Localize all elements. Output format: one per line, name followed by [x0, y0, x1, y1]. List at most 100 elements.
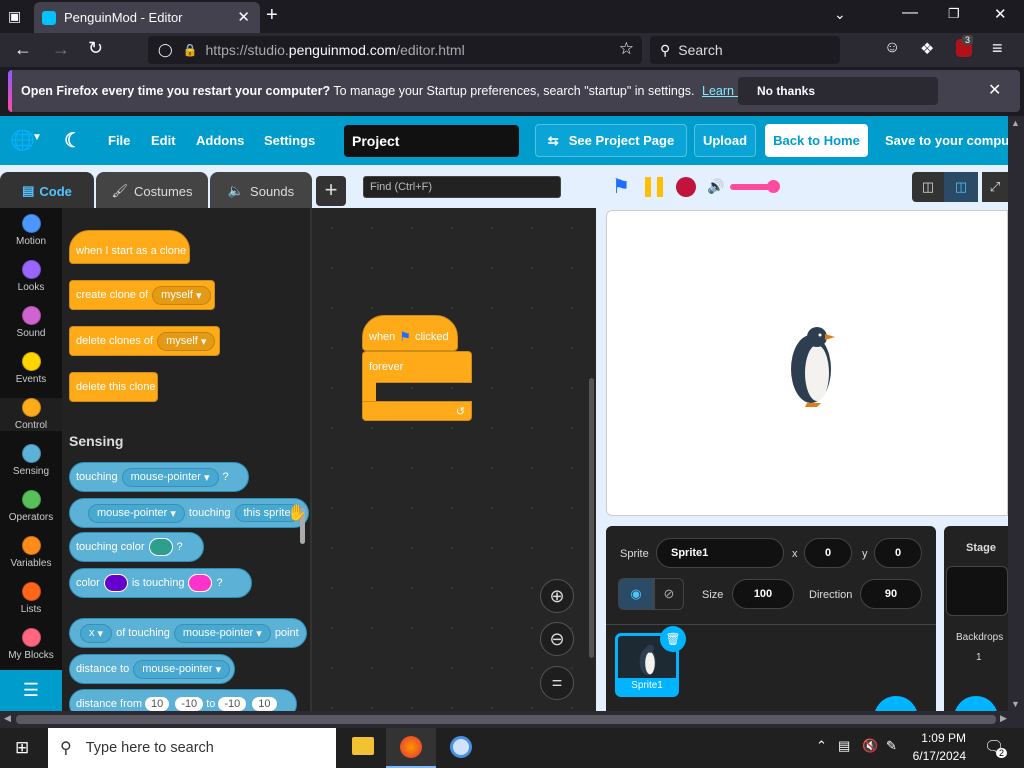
- block-touching[interactable]: touching mouse-pointer ▾?: [69, 462, 249, 492]
- add-extension-button[interactable]: ☰: [0, 670, 62, 711]
- dropdown-mouse-pointer[interactable]: mouse-pointer ▾: [133, 659, 231, 679]
- script-area[interactable]: when ⚑ clicked forever ↺ ⊕ ⊖ =: [312, 208, 596, 711]
- tab-code[interactable]: ▤ Code: [0, 172, 94, 210]
- project-title-input[interactable]: Project: [344, 125, 519, 157]
- penguin-sprite[interactable]: [787, 323, 847, 407]
- forward-icon[interactable]: →: [52, 39, 70, 60]
- scroll-left-icon[interactable]: ◀: [4, 713, 11, 724]
- block-distance-to[interactable]: distance to mouse-pointer ▾: [69, 654, 235, 684]
- show-hidden-icons-chevron-icon[interactable]: ⌃: [816, 738, 827, 754]
- pause-icon[interactable]: [645, 177, 663, 197]
- menu-hamburger-icon[interactable]: ≡: [992, 38, 1003, 59]
- tab-list-icon[interactable]: ▣: [8, 8, 21, 25]
- no-thanks-button[interactable]: No thanks: [738, 77, 834, 105]
- back-icon[interactable]: ←: [14, 39, 32, 60]
- number-input[interactable]: -10: [218, 697, 247, 711]
- normal-stage-icon[interactable]: ◫: [944, 172, 978, 202]
- tab-costumes[interactable]: 🖌 Costumes: [96, 172, 208, 210]
- small-stage-icon[interactable]: ◫: [912, 172, 944, 202]
- url-bar[interactable]: ◯ 🔒 https://studio.penguinmod.com/editor…: [148, 36, 642, 64]
- hide-sprite-eye-icon[interactable]: ⊘: [654, 578, 684, 610]
- notification-close-icon[interactable]: ✕: [988, 80, 1001, 100]
- taskbar-time[interactable]: 1:09 PM: [912, 731, 966, 745]
- category-sensing[interactable]: Sensing: [0, 444, 62, 477]
- block-delete-clones-of[interactable]: delete clones of myself ▾: [69, 326, 220, 356]
- network-icon[interactable]: ▤: [838, 738, 850, 754]
- block-delete-this-clone[interactable]: delete this clone: [69, 372, 158, 402]
- tab-sounds[interactable]: 🔈 Sounds: [210, 172, 312, 210]
- lock-icon[interactable]: 🔒: [183, 43, 198, 57]
- taskbar-date[interactable]: 6/17/2024: [906, 749, 966, 763]
- stop-icon[interactable]: [676, 177, 696, 197]
- menu-edit[interactable]: Edit: [151, 133, 176, 148]
- x-input[interactable]: 0: [804, 538, 852, 568]
- y-input[interactable]: 0: [874, 538, 922, 568]
- scroll-right-icon[interactable]: ▶: [1000, 713, 1007, 724]
- window-close-icon[interactable]: ✕: [994, 5, 1007, 23]
- fullscreen-icon[interactable]: ⤢: [982, 172, 1008, 202]
- delete-sprite-trash-icon[interactable]: 🗑: [660, 626, 686, 652]
- script-when-flag-clicked[interactable]: when ⚑ clicked: [362, 315, 458, 351]
- file-explorer-icon[interactable]: [352, 737, 374, 755]
- category-events[interactable]: Events: [0, 352, 62, 385]
- add-extension-tab-button[interactable]: +: [316, 176, 346, 206]
- color-swatch-teal[interactable]: [148, 538, 173, 556]
- extensions-puzzle-icon[interactable]: ❖: [920, 39, 934, 59]
- change-settings-button[interactable]: [826, 77, 938, 105]
- scroll-down-icon[interactable]: ▼: [1011, 699, 1020, 709]
- dropdown-myself[interactable]: myself ▾: [152, 285, 211, 305]
- category-sound[interactable]: Sound: [0, 306, 62, 339]
- block-mouse-pointer-touching-this-sprite[interactable]: mouse-pointer ▾ touching this sprite: [69, 498, 309, 528]
- choose-sprite-button[interactable]: [874, 696, 918, 711]
- number-input[interactable]: 10: [252, 697, 277, 711]
- volume-muted-icon[interactable]: 🔇: [862, 738, 878, 754]
- account-icon[interactable]: ☺: [884, 39, 900, 57]
- list-all-tabs-chevron-icon[interactable]: ⌄: [834, 6, 846, 23]
- taskbar-search-box[interactable]: ⚲ Type here to search: [48, 728, 336, 768]
- back-to-home-button[interactable]: Back to Home: [765, 124, 868, 157]
- zoom-reset-icon[interactable]: =: [540, 666, 574, 700]
- new-tab-icon[interactable]: +: [266, 4, 278, 27]
- reload-icon[interactable]: ↻: [88, 38, 103, 59]
- number-input[interactable]: 10: [145, 697, 170, 711]
- block-touching-color[interactable]: touching color?: [69, 532, 204, 562]
- search-box[interactable]: ⚲ Search: [650, 36, 840, 64]
- zoom-in-icon[interactable]: ⊕: [540, 579, 574, 613]
- windows-start-icon[interactable]: ⊞: [15, 738, 29, 758]
- page-vertical-scrollbar[interactable]: ▲ ▼: [1008, 116, 1024, 711]
- upload-button[interactable]: Upload: [694, 124, 756, 157]
- category-variables[interactable]: Variables: [0, 536, 62, 569]
- zoom-out-icon[interactable]: ⊖: [540, 622, 574, 656]
- scroll-up-icon[interactable]: ▲: [1011, 118, 1020, 128]
- category-operators[interactable]: Operators: [0, 490, 62, 523]
- choose-backdrop-button[interactable]: [954, 696, 998, 711]
- minimize-icon[interactable]: —: [902, 4, 918, 22]
- page-horizontal-scrollbar[interactable]: ◀ ▶: [0, 711, 1024, 728]
- menu-file[interactable]: File: [108, 133, 130, 148]
- stage-thumbnail[interactable]: [946, 566, 1008, 616]
- bookmark-star-icon[interactable]: ☆: [619, 39, 634, 59]
- show-sprite-eye-icon[interactable]: ◉: [618, 578, 654, 610]
- block-color-is-touching[interactable]: color is touching?: [69, 568, 252, 598]
- dropdown-mouse-pointer[interactable]: mouse-pointer ▾: [88, 503, 185, 523]
- color-swatch-pink[interactable]: [188, 574, 213, 592]
- menu-addons[interactable]: Addons: [196, 133, 244, 148]
- pen-tablet-icon[interactable]: ✎: [886, 738, 897, 754]
- size-input[interactable]: 100: [732, 579, 794, 609]
- dropdown-mouse-pointer[interactable]: mouse-pointer ▾: [173, 623, 271, 643]
- restore-icon[interactable]: ❐: [948, 6, 960, 22]
- dropdown-x[interactable]: x ▾: [80, 623, 113, 643]
- block-palette[interactable]: when I start as a clone create clone of m…: [62, 208, 310, 711]
- category-control[interactable]: Control: [0, 398, 62, 431]
- script-forever[interactable]: forever: [362, 351, 472, 383]
- sprite-name-input[interactable]: Sprite1: [656, 538, 784, 568]
- direction-input[interactable]: 90: [860, 579, 922, 609]
- find-input[interactable]: Find (Ctrl+F): [363, 176, 561, 198]
- block-x-of-touching-point[interactable]: x ▾ of touching mouse-pointer ▾ point: [69, 618, 307, 648]
- close-tab-icon[interactable]: ✕: [237, 8, 250, 26]
- volume-slider-handle[interactable]: [767, 180, 780, 193]
- chrome-like-browser-icon[interactable]: [450, 736, 472, 758]
- horizontal-scroll-thumb[interactable]: [16, 715, 996, 724]
- category-my-blocks[interactable]: My Blocks: [0, 628, 62, 661]
- shield-icon[interactable]: ◯: [158, 42, 173, 58]
